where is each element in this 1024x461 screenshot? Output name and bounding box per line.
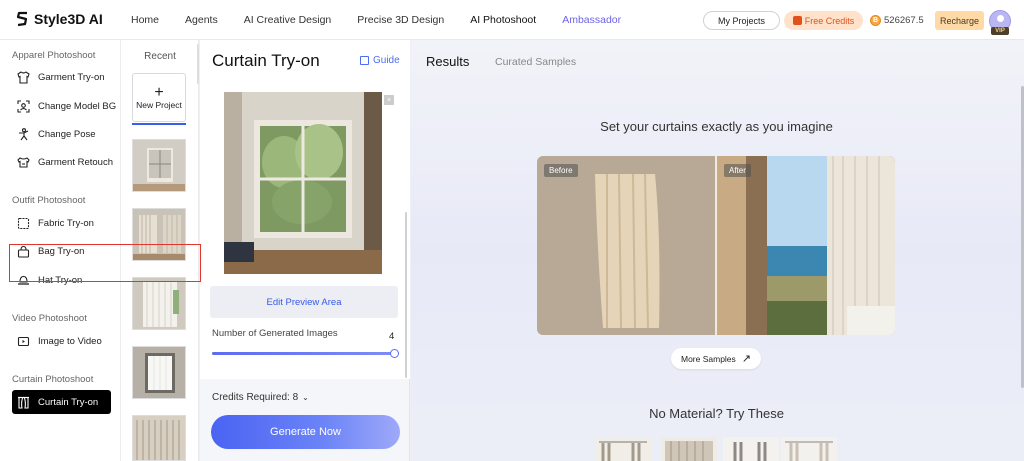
sidebar-item-label: Change Model BG (38, 100, 117, 112)
room-preview-graphic (224, 92, 382, 274)
sample-material[interactable] (595, 437, 651, 461)
num-images-slider[interactable] (212, 352, 396, 355)
more-samples-button[interactable]: More Samples ↗ (671, 348, 761, 369)
after-tag: After (724, 164, 751, 177)
sidebar-item-label: Hat Try-on (38, 274, 83, 286)
nav-ambassador[interactable]: Ambassador (562, 14, 621, 26)
coin-icon: B (870, 15, 881, 26)
main-nav: Home Agents AI Creative Design Precise 3… (131, 0, 647, 40)
panel-scrollbar[interactable] (405, 212, 407, 378)
credits-required-label: Credits Required: 8 (212, 392, 299, 403)
video-icon (17, 335, 30, 348)
comparison-graphic (537, 156, 895, 335)
sidebar-item-change-pose[interactable]: Change Pose (12, 122, 111, 146)
num-images-label: Number of Generated Images (212, 328, 338, 339)
sidebar-item-label: Garment Retouch (38, 156, 113, 168)
free-credits-label: Free Credits (804, 15, 855, 26)
sidebar-item-garment-retouch[interactable]: Garment Retouch (12, 150, 113, 174)
chevron-down-icon: ⌄ (302, 393, 309, 402)
bag-icon (17, 245, 30, 258)
sidebar-item-label: Curtain Try-on (38, 396, 99, 408)
brand-name: Style3D AI (34, 11, 103, 27)
section-title-outfit: Outfit Photoshoot (12, 195, 86, 206)
my-projects-button[interactable]: My Projects (703, 11, 780, 30)
recent-thumbnail[interactable] (132, 346, 186, 399)
pose-icon (17, 127, 30, 141)
brand-logo[interactable]: Style3D AI (16, 11, 103, 27)
section-title-video: Video Photoshoot (12, 313, 87, 324)
plus-icon: + (154, 83, 164, 101)
sample-material[interactable] (781, 437, 837, 461)
hat-icon (17, 274, 30, 287)
recent-thumbnail[interactable] (132, 277, 186, 330)
book-icon (360, 56, 369, 65)
slider-fill (212, 352, 396, 355)
section-title-curtain: Curtain Photoshoot (12, 374, 94, 385)
sidebar-item-curtain-try-on[interactable]: Curtain Try-on (12, 390, 111, 414)
sidebar-item-fabric-try-on[interactable]: Fabric Try-on (12, 211, 111, 235)
sidebar-item-garment-try-on[interactable]: Garment Try-on (12, 65, 111, 89)
nav-ai-photoshoot[interactable]: AI Photoshoot (470, 14, 536, 26)
credits-required[interactable]: Credits Required: 8 ⌄ (212, 392, 309, 403)
guide-label: Guide (373, 55, 400, 66)
free-credits-button[interactable]: Free Credits (784, 11, 863, 30)
results-area: Results Curated Samples Set your curtain… (411, 40, 1024, 461)
nav-agents[interactable]: Agents (185, 14, 218, 26)
sidebar-item-label: Change Pose (38, 128, 96, 140)
sidebar-item-image-to-video[interactable]: Image to Video (12, 329, 111, 353)
nav-ai-creative-design[interactable]: AI Creative Design (244, 14, 332, 26)
sidebar-item-label: Garment Try-on (38, 71, 105, 83)
recent-thumbnail[interactable] (132, 415, 186, 461)
nav-home[interactable]: Home (131, 14, 159, 26)
fabric-icon (17, 217, 30, 230)
before-tag: Before (544, 164, 578, 177)
left-sidebar: Apparel Photoshoot Garment Try-on Change… (0, 40, 121, 461)
gift-icon (792, 16, 802, 25)
sidebar-item-change-model-bg[interactable]: Change Model BG (12, 94, 116, 118)
sample-material[interactable] (723, 437, 779, 461)
shirt-icon (17, 70, 30, 84)
nav-precise-3d-design[interactable]: Precise 3D Design (357, 14, 444, 26)
new-project-button[interactable]: + New Project (132, 73, 186, 122)
curtain-icon (17, 396, 30, 409)
sidebar-item-bag-try-on[interactable]: Bag Try-on (12, 239, 111, 263)
tab-curated-samples[interactable]: Curated Samples (495, 56, 576, 68)
panel-header: Curtain Try-on Guide (200, 40, 410, 84)
page-title: Curtain Try-on (212, 51, 320, 70)
sample-material[interactable] (661, 437, 717, 461)
recent-scrollbar[interactable] (197, 44, 199, 84)
sidebar-item-label: Image to Video (38, 335, 102, 347)
top-navigation-bar: Style3D AI Home Agents AI Creative Desig… (0, 0, 1024, 40)
retouch-icon (17, 156, 30, 169)
no-material-heading: No Material? Try These (649, 406, 784, 421)
sidebar-item-label: Fabric Try-on (38, 217, 94, 229)
tab-results[interactable]: Results (426, 54, 469, 69)
edit-preview-area-button[interactable]: Edit Preview Area (210, 286, 398, 318)
section-title-apparel: Apparel Photoshoot (12, 50, 96, 61)
selection-indicator (132, 123, 186, 125)
sidebar-item-label: Bag Try-on (38, 245, 85, 257)
vip-badge: VIP (991, 27, 1009, 35)
slider-handle[interactable] (390, 349, 399, 358)
recent-thumbnail[interactable] (132, 139, 186, 192)
room-preview-image[interactable] (224, 92, 382, 274)
before-after-comparison: Before After (537, 156, 895, 335)
generate-now-button[interactable]: Generate Now (211, 415, 400, 449)
num-images-value: 4 (389, 331, 395, 342)
style3d-logo-icon (16, 11, 28, 27)
recent-thumbnail[interactable] (132, 208, 186, 261)
credits-balance-value: 526267.5 (884, 15, 924, 26)
hero-title: Set your curtains exactly as you imagine (600, 119, 833, 134)
guide-link[interactable]: Guide (360, 55, 400, 66)
sidebar-item-hat-try-on[interactable]: Hat Try-on (12, 268, 111, 292)
more-samples-label: More Samples (680, 353, 736, 364)
recharge-button[interactable]: Recharge (935, 11, 984, 30)
frame-person-icon (17, 99, 30, 113)
arrow-up-right-icon: ↗ (741, 353, 752, 365)
new-project-label: New Project (136, 99, 182, 110)
recent-projects-column: Recent + New Project (121, 40, 199, 461)
credits-balance: B 526267.5 (870, 11, 924, 30)
close-icon[interactable]: × (384, 95, 394, 105)
recent-title: Recent (144, 51, 176, 62)
